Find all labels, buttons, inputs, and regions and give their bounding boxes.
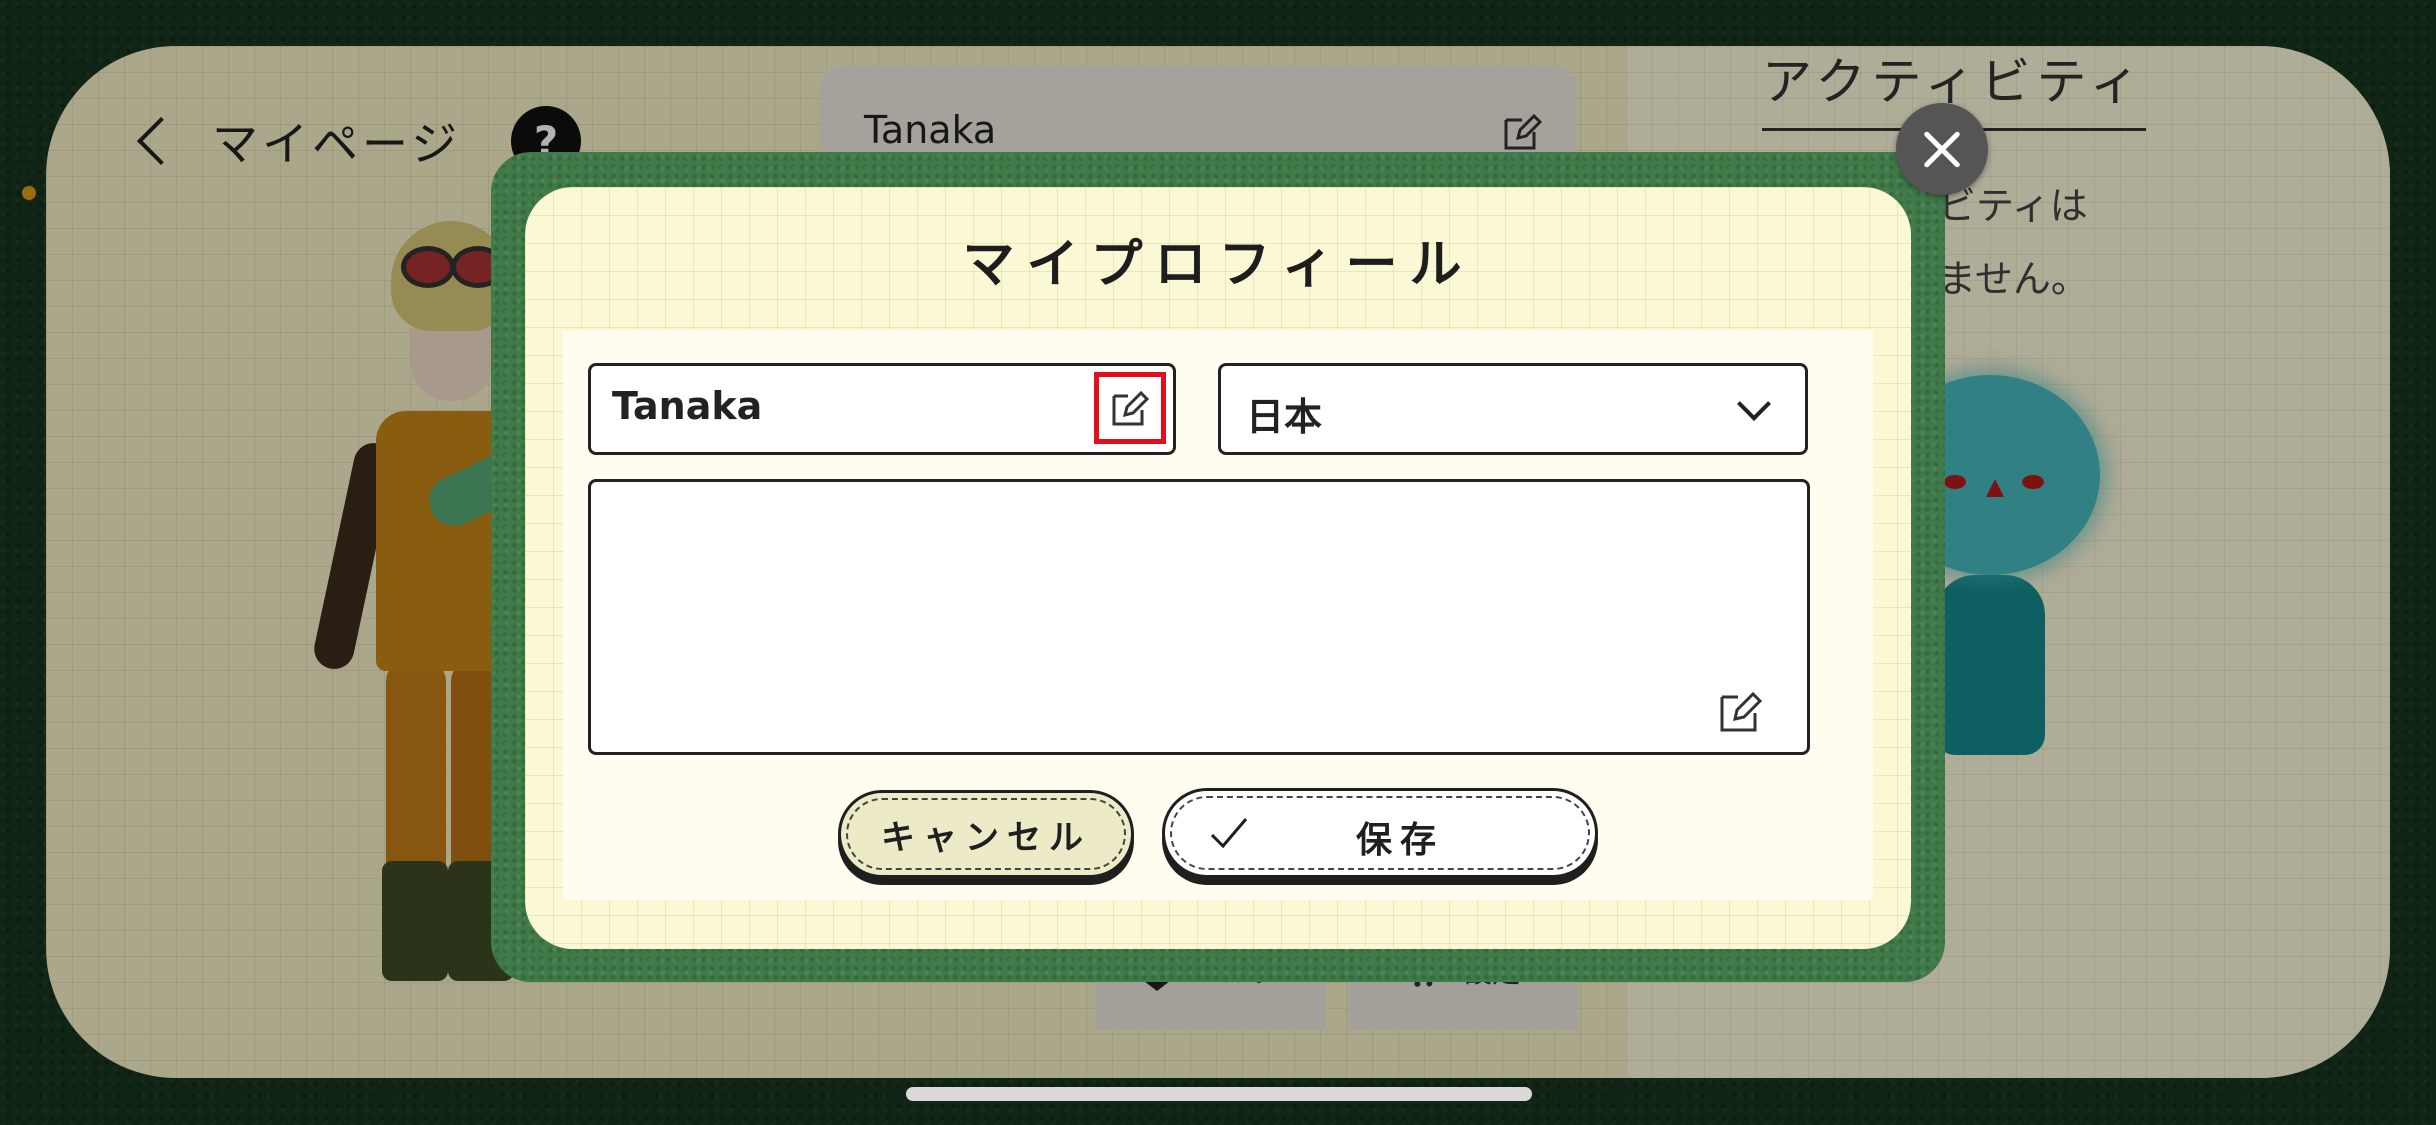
name-value: Tanaka <box>612 384 763 428</box>
modal-title: マイプロフィール <box>962 235 1474 295</box>
edit-icon <box>1112 390 1150 426</box>
close-icon[interactable] <box>1896 103 1988 195</box>
edit-icon[interactable] <box>1718 688 1764 734</box>
name-edit-button[interactable] <box>1094 372 1166 444</box>
save-button-label: 保存 <box>1355 820 1444 861</box>
cancel-button[interactable]: キャンセル <box>838 790 1134 878</box>
save-button[interactable]: 保存 <box>1162 788 1598 878</box>
bio-textarea[interactable] <box>588 479 1810 755</box>
country-selected-value: 日本 <box>1246 395 1323 439</box>
home-indicator[interactable] <box>906 1087 1532 1101</box>
cancel-button-label: キャンセル <box>881 817 1091 858</box>
